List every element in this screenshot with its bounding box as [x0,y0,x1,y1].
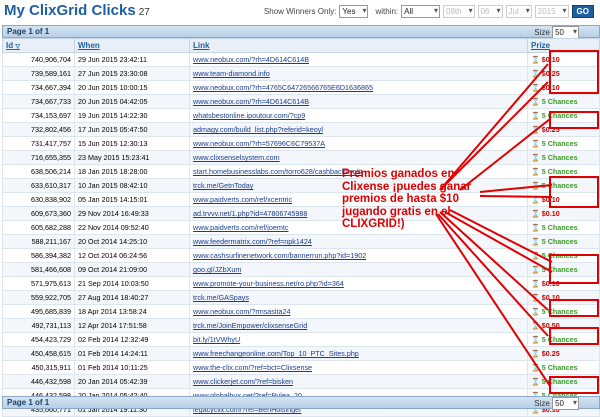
highlight-box [549,327,599,345]
highlight-box [549,254,599,284]
highlight-box [549,50,599,94]
highlight-box [549,376,599,394]
annotation-text: Premios ganados en Clixense ¡puedes gana… [342,168,472,230]
highlight-box [549,176,599,208]
highlight-box [549,111,599,129]
annotation-arrows [435,63,553,387]
highlight-box [549,299,599,317]
